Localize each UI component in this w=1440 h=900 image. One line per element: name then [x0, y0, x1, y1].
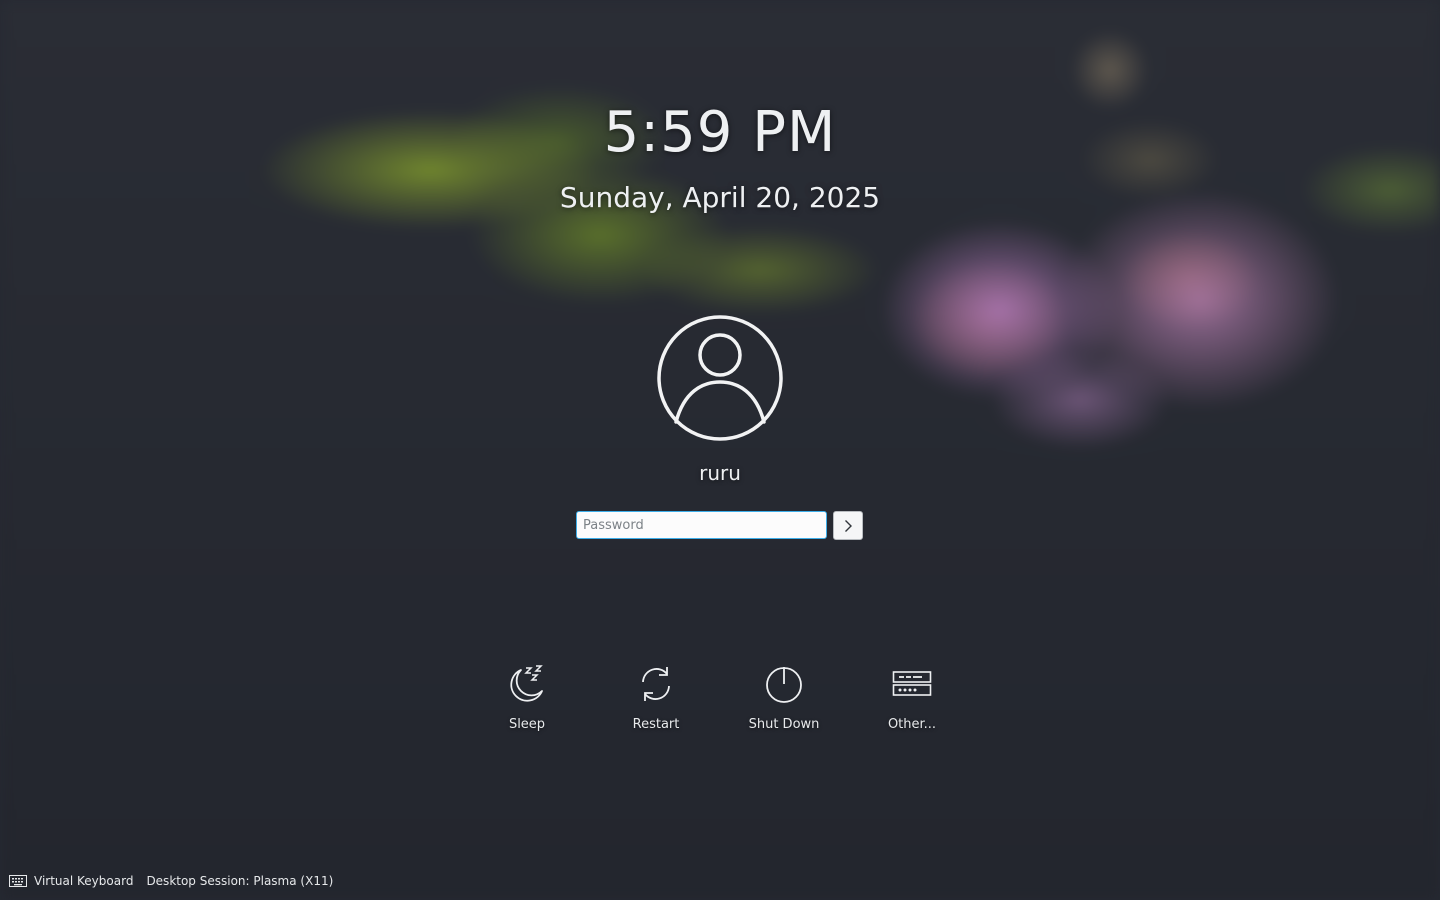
password-input[interactable]: [576, 511, 827, 539]
sleep-button[interactable]: Sleep: [472, 664, 582, 732]
power-icon: [766, 667, 802, 703]
footer-bar: Virtual Keyboard Desktop Session: Plasma…: [9, 872, 333, 890]
other-button[interactable]: Other...: [857, 664, 967, 732]
sleep-icon: [510, 665, 543, 702]
power-actions: Sleep Restart Shut Down Other...: [0, 664, 1440, 744]
desktop-session-label: Desktop Session: Plasma (X11): [146, 874, 334, 888]
sleep-label: Sleep: [508, 717, 546, 732]
virtual-keyboard-button[interactable]: Virtual Keyboard: [9, 874, 133, 888]
virtual-keyboard-label: Virtual Keyboard: [34, 874, 134, 888]
desktop-session-selector[interactable]: Desktop Session: Plasma (X11): [146, 874, 333, 888]
user-avatar-icon[interactable]: [656, 314, 784, 442]
other-label: Other...: [887, 717, 937, 732]
other-icon: [892, 671, 932, 696]
restart-icon: [642, 667, 670, 701]
restart-button[interactable]: Restart: [601, 664, 711, 732]
date: Sunday, April 20, 2025: [559, 181, 881, 214]
chevron-right-icon: [845, 519, 852, 532]
shutdown-button[interactable]: Shut Down: [729, 664, 839, 732]
keyboard-icon: [9, 875, 27, 887]
lock-screen: 5:59 PM Sunday, April 20, 2025 ruru Slee…: [0, 0, 1440, 900]
username: ruru: [699, 461, 741, 485]
login-submit-button[interactable]: [833, 511, 863, 540]
clock: 5:59 PM: [603, 100, 837, 165]
shutdown-label: Shut Down: [748, 717, 820, 732]
restart-label: Restart: [632, 717, 680, 732]
